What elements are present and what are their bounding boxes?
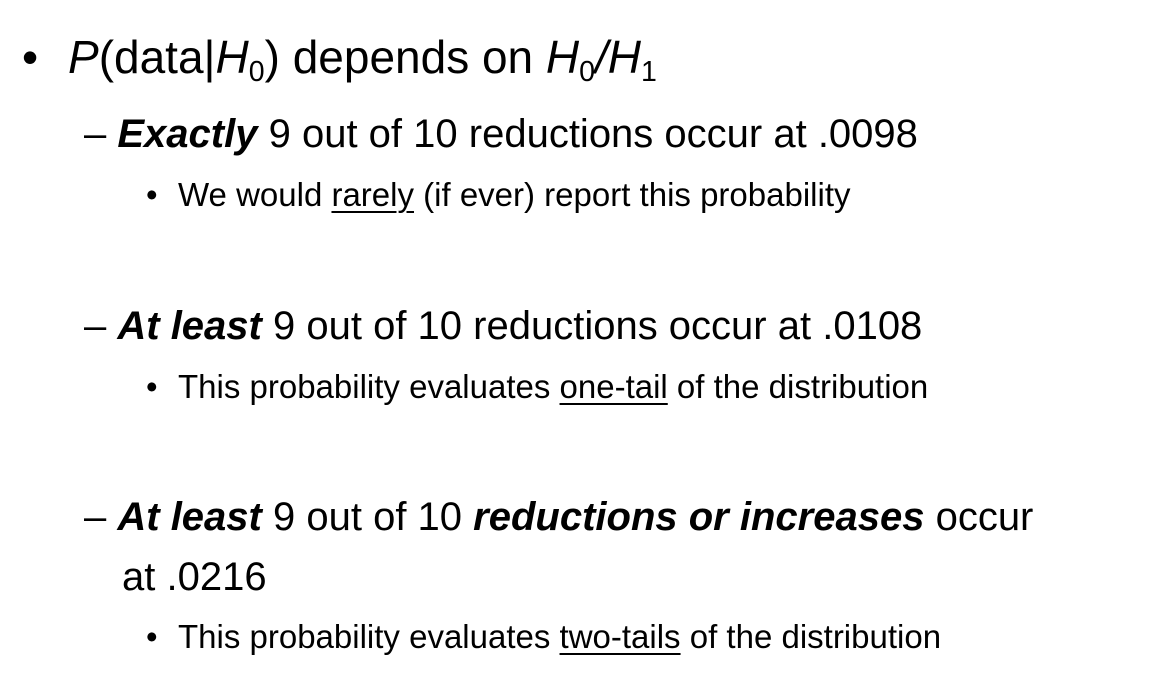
heading-h1-subscript: 1 (641, 55, 657, 88)
item-text-line2: at .0216 (122, 555, 267, 599)
dash-marker: – (84, 304, 107, 348)
item-emphasis: Exactly (117, 112, 258, 156)
note-rarely-text: We would rarely (if ever) report this pr… (178, 178, 851, 211)
item-at-least-one: – At least 9 out of 10 reductions occur … (84, 306, 922, 346)
item-text: 9 out of 10 reductions occur at .0098 (257, 112, 918, 156)
sub-bullet-dot: • (146, 618, 158, 655)
item-exactly: – Exactly 9 out of 10 reductions occur a… (84, 114, 918, 154)
note-text-before: This probability evaluates (178, 618, 560, 655)
note-one-tail-text: This probability evaluates one-tail of t… (178, 370, 928, 403)
note-underlined-word: one-tail (559, 368, 668, 405)
item-emphasis: At least (117, 495, 262, 539)
note-rarely: • (146, 178, 158, 211)
item-text-end: occur (924, 495, 1034, 539)
heading-text: P(data|H0) depends on H0/H1 (68, 31, 657, 86)
heading-h1-symbol: H (607, 31, 642, 83)
heading-depends-text: ) depends on (264, 31, 546, 83)
note-text-after: of the distribution (680, 618, 942, 655)
heading-h0-symbol: H (215, 31, 249, 83)
sub-bullet-dot: • (146, 176, 158, 213)
sub-bullet-dot: • (146, 368, 158, 405)
note-text-before: This probability evaluates (178, 368, 560, 405)
dash-marker: – (84, 112, 107, 156)
heading-bar: | (203, 31, 216, 83)
note-text-after: (if ever) report this probability (414, 176, 851, 213)
note-text-after: of the distribution (667, 368, 929, 405)
note-two-tails: • (146, 620, 158, 653)
note-text-before: We would (178, 176, 332, 213)
heading-data-text: (data (98, 31, 204, 83)
item-emphasis-secondary: reductions or increases (473, 495, 925, 539)
heading-h0b-subscript: 0 (579, 55, 596, 88)
note-underlined-word: two-tails (559, 618, 681, 655)
item-at-least-two-continued: at .0216 (122, 557, 267, 597)
heading-p-symbol: P (68, 31, 99, 83)
heading-h0-subscript: 0 (248, 55, 265, 88)
bullet-dot: • (22, 31, 39, 83)
heading-slash: / (595, 31, 608, 83)
heading-h0b-symbol: H (545, 31, 580, 83)
item-text-mid: 9 out of 10 (261, 495, 474, 539)
item-text: 9 out of 10 reductions occur at .0108 (261, 304, 923, 348)
note-one-tail: • (146, 370, 158, 403)
dash-marker: – (84, 495, 107, 539)
note-two-tails-text: This probability evaluates two-tails of … (178, 620, 941, 653)
item-emphasis: At least (117, 304, 262, 348)
item-at-least-two: – At least 9 out of 10 reductions or inc… (84, 497, 1033, 537)
note-underlined-word: rarely (331, 176, 414, 213)
heading-bullet: • (22, 34, 38, 80)
